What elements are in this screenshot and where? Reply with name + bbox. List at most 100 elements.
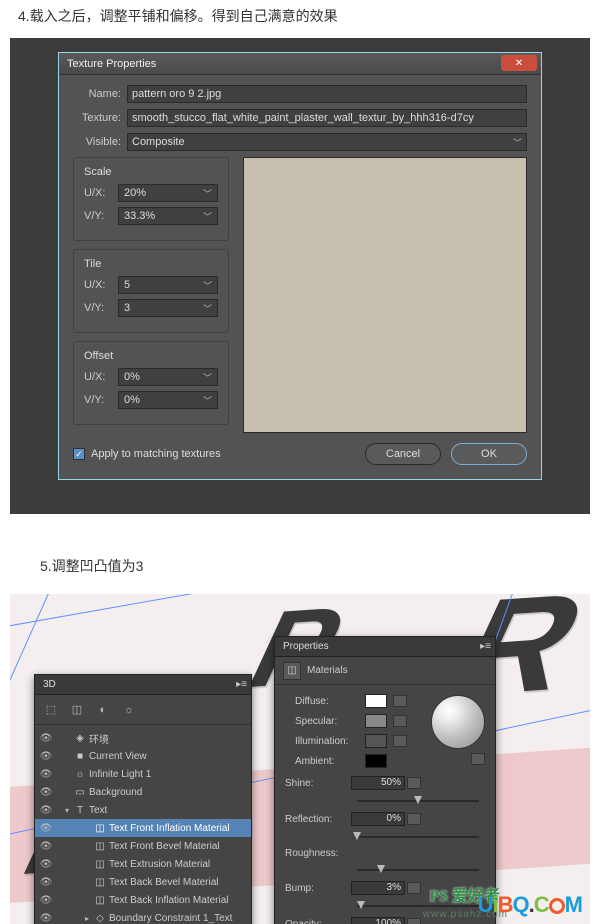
visibility-eye-icon[interactable]: 👁 (39, 805, 53, 816)
step5-text: 5.调整凹凸值为3 (0, 544, 600, 594)
texture-label: Texture: (73, 112, 127, 124)
visibility-eye-icon[interactable]: 👁 (39, 877, 53, 888)
item-type-icon: ◫ (93, 895, 107, 906)
scale-ux-label: U/X: (84, 187, 118, 199)
visibility-eye-icon[interactable]: 👁 (39, 913, 53, 924)
tile-vy-select[interactable]: 3﹀ (118, 299, 218, 317)
visibility-eye-icon[interactable]: 👁 (39, 895, 53, 906)
name-label: Name: (73, 88, 127, 100)
tree-item[interactable]: 👁▭Background (35, 783, 251, 801)
dialog-title: Texture Properties (67, 58, 156, 70)
visible-select[interactable]: Composite ﹀ (127, 133, 527, 151)
filter-mesh-icon[interactable]: ◫ (69, 702, 85, 718)
dialog-titlebar: Texture Properties ✕ (59, 53, 541, 75)
filter-light-icon[interactable]: ☼ (121, 702, 137, 718)
3d-panel-title: 3D (43, 679, 56, 690)
visibility-eye-icon[interactable]: 👁 (39, 733, 53, 744)
tile-ux-select[interactable]: 5﹀ (118, 276, 218, 294)
material-preview-sphere[interactable] (431, 695, 485, 749)
slider-thumb[interactable] (353, 832, 361, 840)
tree-item-label: Text Front Bevel Material (107, 841, 251, 852)
diffuse-folder-icon[interactable] (393, 695, 407, 707)
slider-row: Reflection:0% (275, 809, 495, 829)
offset-ux-select[interactable]: 0%﹀ (118, 368, 218, 386)
offset-title: Offset (84, 350, 218, 362)
tree-item[interactable]: 👁■Current View (35, 747, 251, 765)
item-type-icon: ◫ (93, 877, 107, 888)
slider-track[interactable] (357, 832, 479, 842)
slider-label: Shine: (285, 778, 351, 789)
3d-panel: 3D ▸≡ ⬚ ◫ ◐ ☼ 👁◈环境👁■Current View👁☼Infini… (34, 674, 252, 924)
slider-track[interactable] (357, 865, 479, 875)
expand-icon[interactable]: ▸ (81, 914, 93, 923)
name-field[interactable]: pattern oro 9 2.jpg (127, 85, 527, 103)
tree-item[interactable]: 👁☼Infinite Light 1 (35, 765, 251, 783)
illumination-swatch[interactable] (365, 734, 387, 748)
slider-thumb[interactable] (377, 865, 385, 873)
ok-button[interactable]: OK (451, 443, 527, 465)
slider-value[interactable]: 3% (351, 881, 405, 895)
specular-swatch[interactable] (365, 714, 387, 728)
diffuse-swatch[interactable] (365, 694, 387, 708)
offset-vy-select[interactable]: 0%﹀ (118, 391, 218, 409)
filter-scene-icon[interactable]: ⬚ (43, 702, 59, 718)
tree-item[interactable]: 👁▾TText (35, 801, 251, 819)
slider-folder-icon[interactable] (407, 918, 421, 924)
texture-value: smooth_stucco_flat_white_paint_plaster_w… (132, 112, 474, 124)
panel-menu-icon[interactable]: ▸≡ (236, 679, 247, 690)
scale-ux-select[interactable]: 20%﹀ (118, 184, 218, 202)
chevron-down-icon: ﹀ (203, 302, 212, 315)
tree-item-label: Current View (87, 751, 251, 762)
visibility-eye-icon[interactable]: 👁 (39, 787, 53, 798)
ambient-swatch[interactable] (365, 754, 387, 768)
material-picker-icon[interactable] (471, 753, 485, 765)
close-button[interactable]: ✕ (501, 55, 537, 71)
item-type-icon: ◫ (93, 841, 107, 852)
panel-menu-icon[interactable]: ▸≡ (480, 641, 491, 652)
tree-item[interactable]: 👁◫Text Extrusion Material (35, 855, 251, 873)
specular-folder-icon[interactable] (393, 715, 407, 727)
chevron-down-icon: ﹀ (203, 210, 212, 223)
visibility-eye-icon[interactable]: 👁 (39, 859, 53, 870)
tree-item[interactable]: 👁◈环境 (35, 729, 251, 747)
scale-title: Scale (84, 166, 218, 178)
visibility-eye-icon[interactable]: 👁 (39, 823, 53, 834)
apply-checkbox[interactable]: ✓ (73, 448, 85, 460)
slider-value[interactable]: 0% (351, 812, 405, 826)
visibility-eye-icon[interactable]: 👁 (39, 751, 53, 762)
tree-item-label: Text Extrusion Material (107, 859, 251, 870)
scale-vy-value: 33.3% (124, 210, 155, 222)
cancel-button[interactable]: Cancel (365, 443, 441, 465)
properties-panel: Properties ▸≡ ◫ Materials Diffuse: Specu… (274, 636, 496, 924)
tree-item[interactable]: 👁◫Text Back Bevel Material (35, 873, 251, 891)
properties-panel-tab[interactable]: Properties ▸≡ (275, 637, 495, 657)
scale-vy-select[interactable]: 33.3% ﹀ (118, 207, 218, 225)
tree-item[interactable]: 👁▸◇Boundary Constraint 1_Text (35, 909, 251, 924)
item-type-icon: ◈ (73, 733, 87, 744)
slider-value[interactable]: 50% (351, 776, 405, 790)
3d-panel-tab[interactable]: 3D ▸≡ (35, 675, 251, 695)
tree-item[interactable]: 👁◫Text Back Inflation Material (35, 891, 251, 909)
filter-material-icon[interactable]: ◐ (95, 702, 111, 718)
slider-folder-icon[interactable] (407, 813, 421, 825)
texture-select[interactable]: smooth_stucco_flat_white_paint_plaster_w… (127, 109, 527, 127)
visible-label: Visible: (73, 136, 127, 148)
tree-item-label: Background (87, 787, 251, 798)
visibility-eye-icon[interactable]: 👁 (39, 841, 53, 852)
visible-value: Composite (132, 136, 185, 148)
illumination-folder-icon[interactable] (393, 735, 407, 747)
tree-item[interactable]: 👁◫Text Front Inflation Material (35, 819, 251, 837)
slider-track[interactable] (357, 796, 479, 806)
properties-header: ◫ Materials (275, 657, 495, 685)
materials-icon[interactable]: ◫ (283, 662, 301, 680)
expand-icon[interactable]: ▾ (61, 806, 73, 815)
slider-value[interactable]: 100% (351, 917, 405, 924)
slider-folder-icon[interactable] (407, 777, 421, 789)
tile-ux-value: 5 (124, 279, 130, 291)
offset-vy-value: 0% (124, 394, 140, 406)
slider-thumb[interactable] (357, 901, 365, 909)
slider-folder-icon[interactable] (407, 882, 421, 894)
slider-thumb[interactable] (414, 796, 422, 804)
tree-item[interactable]: 👁 ◫Text Front Bevel Material (35, 837, 251, 855)
visibility-eye-icon[interactable]: 👁 (39, 769, 53, 780)
